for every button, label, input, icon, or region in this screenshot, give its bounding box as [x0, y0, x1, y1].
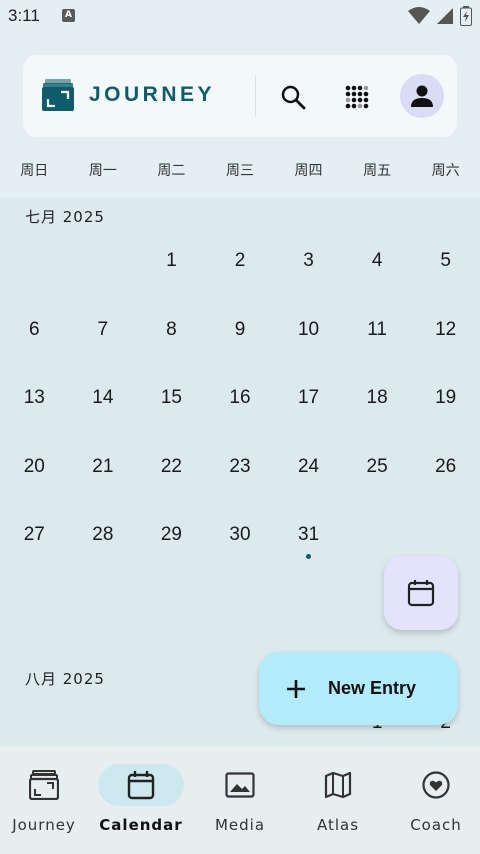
search-button[interactable] [275, 79, 311, 115]
app-bar: JOURNEY [23, 55, 457, 137]
calendar-day[interactable]: 23 [206, 456, 275, 478]
notification-icon: A [62, 9, 75, 22]
dots-grid-icon [345, 85, 369, 109]
battery-icon [460, 6, 472, 26]
calendar-day[interactable]: 16 [206, 387, 275, 409]
nav-label: Coach [410, 816, 462, 834]
weekday-label: 周四 [294, 163, 323, 179]
image-icon [225, 772, 255, 798]
calendar-day[interactable]: 20 [0, 456, 69, 478]
calendar-day[interactable]: 14 [69, 387, 138, 409]
nav-item-journey[interactable]: Journey [0, 764, 92, 834]
status-icons [408, 6, 472, 26]
search-icon [281, 85, 306, 110]
calendar-day[interactable]: 7 [69, 319, 138, 341]
calendar-day[interactable]: 1 [137, 250, 206, 272]
calendar-fab-button[interactable] [384, 556, 458, 630]
calendar-day[interactable]: 22 [137, 456, 206, 478]
wifi-icon [408, 7, 430, 24]
nav-label: Media [214, 816, 266, 834]
calendar-icon [127, 771, 155, 800]
calendar-day[interactable]: 4 [343, 250, 412, 272]
calendar-day[interactable]: 24 [274, 456, 343, 478]
heart-icon [422, 771, 450, 799]
bottom-navigation: Journey Calendar Media Atlas Coach [0, 746, 480, 854]
journey-icon [29, 770, 59, 800]
signal-icon [437, 8, 453, 24]
calendar-day[interactable]: 8 [137, 319, 206, 341]
calendar-day[interactable]: 29 [137, 524, 206, 546]
month-label-august: 八月 2025 [25, 670, 105, 688]
plus-icon [287, 679, 305, 698]
status-time: 3:11 [8, 6, 40, 25]
apps-grid-button[interactable] [339, 79, 375, 115]
calendar-day[interactable]: 5 [411, 250, 480, 272]
calendar-day[interactable]: 18 [343, 387, 412, 409]
status-bar: 3:11 A [0, 0, 480, 34]
entry-indicator-dot [306, 554, 312, 559]
map-icon [324, 771, 352, 799]
weekday-header: 周日 周一 周二 周三 周四 周五 周六 [0, 160, 480, 184]
calendar-day[interactable]: 6 [0, 319, 69, 341]
divider [255, 75, 256, 117]
weekday-label: 周五 [363, 163, 392, 179]
nav-item-media[interactable]: Media [192, 764, 288, 834]
app-logo-text: JOURNEY [89, 83, 216, 106]
calendar-day[interactable]: 12 [411, 319, 480, 341]
new-entry-button[interactable]: New Entry [259, 652, 458, 725]
profile-avatar-button[interactable] [400, 74, 444, 118]
calendar-day[interactable]: 3 [274, 250, 343, 272]
calendar-day[interactable]: 2 [206, 250, 275, 272]
weekday-label: 周二 [157, 163, 186, 179]
nav-label: Calendar [99, 816, 183, 834]
calendar-day[interactable]: 17 [274, 387, 343, 409]
calendar-day[interactable]: 30 [206, 524, 275, 546]
month-label-july: 七月 2025 [25, 208, 105, 226]
calendar-day[interactable]: 27 [0, 524, 69, 546]
nav-item-calendar[interactable]: Calendar [93, 764, 189, 834]
new-entry-label: New Entry [328, 678, 417, 698]
calendar-day[interactable]: 31 [274, 524, 343, 546]
nav-label: Journey [12, 816, 76, 834]
weekday-label: 周三 [225, 163, 254, 179]
weekday-label: 周日 [20, 163, 49, 179]
calendar-day[interactable]: 9 [206, 319, 275, 341]
calendar-day[interactable]: 28 [69, 524, 138, 546]
calendar-icon [407, 580, 435, 607]
nav-label: Atlas [316, 816, 360, 834]
nav-item-coach[interactable]: Coach [388, 764, 480, 834]
calendar-day[interactable]: 19 [411, 387, 480, 409]
calendar-day[interactable]: 15 [137, 387, 206, 409]
calendar-day[interactable]: 26 [411, 456, 480, 478]
calendar-day[interactable]: 13 [0, 387, 69, 409]
calendar-day[interactable]: 21 [69, 456, 138, 478]
weekday-label: 周六 [431, 163, 460, 179]
calendar-day[interactable]: 11 [343, 319, 412, 341]
weekday-label: 周一 [88, 163, 117, 179]
calendar-day[interactable]: 10 [274, 319, 343, 341]
nav-item-atlas[interactable]: Atlas [290, 764, 386, 834]
calendar-day[interactable]: 25 [343, 456, 412, 478]
person-icon [411, 85, 433, 107]
journey-logo-icon [42, 79, 74, 111]
